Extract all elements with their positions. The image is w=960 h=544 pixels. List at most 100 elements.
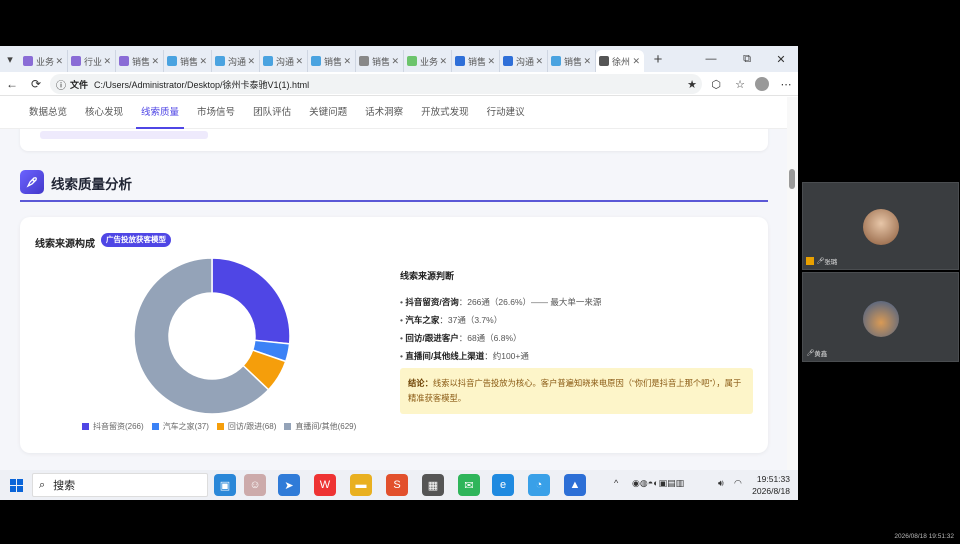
tab-label: 销售: [372, 56, 391, 67]
browser-tab[interactable]: 徐州 ✕: [596, 50, 644, 72]
clock-time: 19:51:33: [756, 474, 790, 484]
tab-close-icon[interactable]: ✕: [55, 56, 63, 67]
tab-favicon-icon: [23, 56, 33, 66]
page-nav-item[interactable]: 开放式发现: [412, 97, 478, 129]
browser-tab[interactable]: 行业 ✕: [68, 50, 116, 72]
tab-close-icon[interactable]: ✕: [103, 56, 111, 67]
browser-tab[interactable]: 销售 ✕: [452, 50, 500, 72]
donut-slice-0[interactable]: [211, 257, 291, 345]
tab-label: 销售: [468, 56, 487, 67]
participant-1-name: 张璐: [824, 259, 838, 266]
tab-label: 销售: [180, 56, 199, 67]
tab-label: 徐州: [612, 56, 631, 67]
tab-label: 销售: [132, 56, 151, 67]
edge-browser-icon[interactable]: e: [492, 474, 514, 496]
calculator-icon[interactable]: ▦: [422, 474, 444, 496]
browser-tab[interactable]: 沟通 ✕: [500, 50, 548, 72]
judgement-value: ：37通（3.7%）: [439, 315, 503, 325]
favorites-icon[interactable]: ☆: [730, 74, 750, 94]
tab-favicon-icon: [407, 56, 417, 66]
page-nav-item[interactable]: 关键问题: [300, 97, 356, 129]
video-panel-1[interactable]: 🎤︎ 张璐: [802, 182, 959, 270]
feishu-icon[interactable]: ➤: [278, 474, 300, 496]
browser-tab[interactable]: 销售 ✕: [116, 50, 164, 72]
file-explorer-icon[interactable]: ▬: [350, 474, 372, 496]
tab-close-icon[interactable]: ✕: [439, 56, 447, 67]
mic-icon: 🎤︎: [816, 258, 825, 265]
info-icon[interactable]: ⓘ: [56, 77, 66, 92]
tab-close-icon[interactable]: ✕: [247, 56, 255, 67]
tab-close-icon[interactable]: ✕: [199, 56, 207, 67]
tab-close-icon[interactable]: ✕: [487, 56, 495, 67]
browser-tab[interactable]: 销售 ✕: [548, 50, 596, 72]
page-nav-item[interactable]: 团队评估: [244, 97, 300, 129]
favorite-star-icon[interactable]: ★: [682, 74, 702, 94]
page-nav-item[interactable]: 线索质量: [132, 97, 188, 129]
judgement-key: 抖音留资/咨询: [405, 297, 459, 307]
tab-close-icon[interactable]: ✕: [295, 56, 303, 67]
network-icon[interactable]: ◠: [734, 478, 742, 489]
taskbar-clock[interactable]: 19:51:33 2026/8/18: [752, 473, 790, 497]
tab-close-icon[interactable]: ✕: [535, 56, 543, 67]
extensions-icon[interactable]: ⬡: [706, 74, 726, 94]
browser-tab[interactable]: 销售 ✕: [164, 50, 212, 72]
tab-label: 业务: [36, 56, 55, 67]
page-nav-item[interactable]: 市场信号: [188, 97, 244, 129]
search-icon: ⌕: [39, 478, 46, 491]
page-nav-item[interactable]: 核心发现: [76, 97, 132, 129]
tray-arrow-icon[interactable]: ^: [614, 478, 618, 488]
card-title: 线索来源构成: [35, 239, 95, 250]
browser-tab[interactable]: 沟通 ✕: [212, 50, 260, 72]
taskbar-search[interactable]: ⌕ 搜索: [32, 473, 208, 497]
participant-avatar: [863, 209, 899, 245]
wps-icon[interactable]: W: [314, 474, 336, 496]
browser-tab[interactable]: 销售 ✕: [356, 50, 404, 72]
app-avatar-icon[interactable]: ☺: [244, 474, 266, 496]
tab-close-icon[interactable]: ✕: [151, 56, 159, 67]
browser-tab[interactable]: 业务 ✕: [404, 50, 452, 72]
tab-label: 业务: [420, 56, 439, 67]
tab-close-icon[interactable]: ✕: [583, 56, 591, 67]
tab-close-icon[interactable]: ✕: [391, 56, 399, 67]
back-button[interactable]: ←: [0, 72, 24, 96]
presentation-app-icon[interactable]: S: [386, 474, 408, 496]
browser-tab[interactable]: 沟通 ✕: [260, 50, 308, 72]
new-tab-button[interactable]: +: [644, 46, 672, 72]
video-panel-2[interactable]: 🎤︎ 黄鑫: [802, 272, 959, 362]
previous-card-chip: [40, 131, 208, 139]
tab-close-icon[interactable]: ✕: [632, 56, 640, 67]
host-badge-icon: [806, 257, 814, 265]
taskbar: ⌕ 搜索 ▣ ☺ ➤ W ▬ S ▦ ✉ e ◔ ▲ ^ ◉◍◓◐▣▤▥ 🔊︎ …: [0, 470, 798, 500]
wechat-icon[interactable]: ✉: [458, 474, 480, 496]
page-nav-item[interactable]: 行动建议: [478, 97, 534, 129]
tab-label: 沟通: [276, 56, 295, 67]
reload-button[interactable]: ⟳: [24, 72, 48, 96]
browser-tab[interactable]: 销售 ✕: [308, 50, 356, 72]
tab-menu-icon[interactable]: ▾: [0, 46, 20, 72]
windows-start-icon[interactable]: [0, 470, 32, 500]
page-nav-item[interactable]: 数据总览: [20, 97, 76, 129]
page-nav-item[interactable]: 话术洞察: [356, 97, 412, 129]
url-field[interactable]: ⓘ 文件 C:/Users/Administrator/Desktop/徐州卡泰…: [50, 74, 702, 94]
page-content: 线索质量分析 线索来源构成 广告投放获客模型 抖音留资(266) 汽车之家(37)…: [0, 129, 787, 500]
judgement-value: ：68通（6.8%）: [458, 333, 522, 343]
browser-tab[interactable]: 业务 ✕: [20, 50, 68, 72]
volume-icon[interactable]: 🔊︎: [718, 478, 724, 489]
conclusion-box: 结论：线索以抖音广告投放为核心。客户普遍知晓来电原因（“你们是抖音上那个吧”），…: [400, 368, 753, 414]
legend-item: 直播间/其他(629): [284, 421, 356, 432]
scrollbar-thumb[interactable]: [789, 169, 795, 189]
taskview-icon[interactable]: ▣: [214, 474, 236, 496]
tab-favicon-icon: [71, 56, 81, 66]
minimize-button[interactable]: —: [694, 46, 728, 72]
tray-apps-icon[interactable]: ◉◍◓◐▣▤▥: [632, 478, 684, 489]
restore-button[interactable]: ⧉: [730, 46, 764, 72]
close-window-button[interactable]: ✕: [764, 46, 798, 72]
more-menu-icon[interactable]: ⋯: [776, 74, 796, 94]
profile-avatar[interactable]: [752, 74, 772, 94]
chat-app-icon[interactable]: ◔: [528, 474, 550, 496]
tab-favicon-icon: [359, 56, 369, 66]
page-scrollbar[interactable]: [787, 97, 798, 500]
tab-close-icon[interactable]: ✕: [343, 56, 351, 67]
participant-name: 🎤︎ 张璐: [806, 256, 837, 266]
video-meeting-icon[interactable]: ▲: [564, 474, 586, 496]
